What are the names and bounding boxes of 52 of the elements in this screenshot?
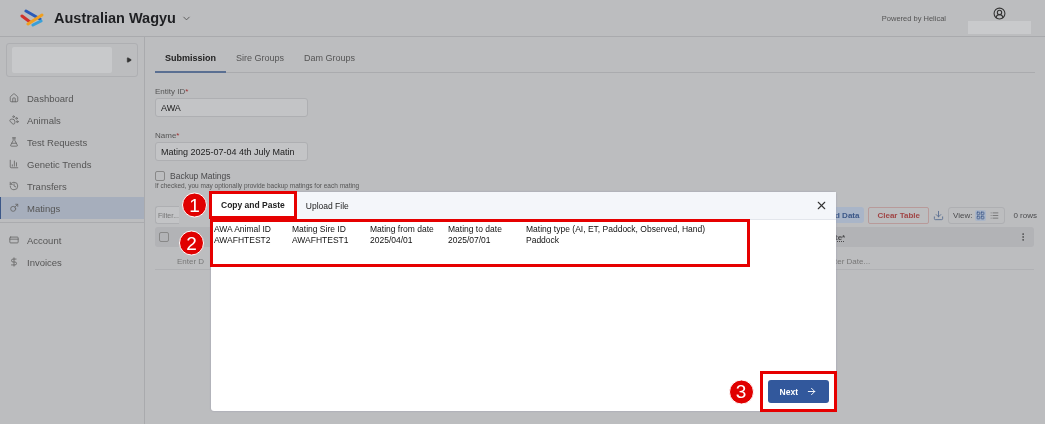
sidebar-label: Dashboard <box>27 92 74 104</box>
org-selector[interactable] <box>6 43 138 77</box>
sidebar-label: Account <box>27 234 62 246</box>
sidebar-label: Matings <box>27 202 61 214</box>
flask-icon <box>9 137 19 147</box>
sidebar-item[interactable]: Test Requests <box>0 131 144 153</box>
sidebar-label: Invoices <box>27 256 62 268</box>
next-button[interactable]: Next <box>767 380 829 403</box>
sidebar-item[interactable]: Invoices <box>0 251 144 273</box>
redacted-block <box>968 20 1031 34</box>
step-number: 3 <box>728 379 754 404</box>
field-label: Entity ID* <box>155 87 190 96</box>
checkbox[interactable] <box>155 171 165 181</box>
tab[interactable]: Upload File <box>296 192 358 219</box>
sidebar-item[interactable]: Matings <box>0 197 144 219</box>
step-number: 1 <box>182 192 207 218</box>
list-view-button[interactable] <box>989 209 1001 221</box>
grid-view-button[interactable] <box>975 209 987 221</box>
sidebar-item[interactable]: Genetic Trends <box>0 153 144 175</box>
checkbox[interactable] <box>159 232 169 242</box>
sidebar-item[interactable]: Animals <box>0 109 144 131</box>
dollar-icon <box>9 257 19 267</box>
tab[interactable]: Sire Groups <box>226 49 295 73</box>
tab[interactable]: Dam Groups <box>294 49 366 73</box>
sidebar-label: Genetic Trends <box>27 158 92 170</box>
play-icon <box>126 57 132 63</box>
sidebar-item[interactable]: Dashboard <box>0 87 144 109</box>
sidebar-label: Animals <box>27 114 61 126</box>
bar-chart-icon <box>9 159 19 169</box>
download-icon[interactable] <box>933 209 944 221</box>
field-label: Name* <box>155 131 181 140</box>
history-icon <box>9 181 19 191</box>
sidebar-label: Test Requests <box>27 136 88 148</box>
checkbox-label: Backup Matings <box>170 171 231 181</box>
logo-icon <box>20 9 44 27</box>
row-count: 0 rows <box>1013 210 1037 220</box>
sidebar-item[interactable]: Account <box>0 229 144 251</box>
male-symbol-icon <box>9 203 19 213</box>
sidebar-label: Transfers <box>27 180 67 192</box>
card-icon <box>9 235 19 245</box>
house-icon <box>9 93 19 103</box>
arrow-right-icon <box>806 386 817 397</box>
input-field[interactable]: AWA <box>155 98 308 117</box>
view-label: View: <box>953 210 973 220</box>
sidebar-item[interactable]: Transfers <box>0 175 144 197</box>
user-icon[interactable] <box>993 6 1006 20</box>
clear-table-button[interactable]: Clear Table <box>868 206 929 224</box>
tab[interactable]: Copy and Paste <box>212 194 294 216</box>
app-name: Australian Wagyu <box>54 10 176 26</box>
paw-icon <box>9 115 19 125</box>
tab[interactable]: Submission <box>155 49 226 73</box>
input-field[interactable]: Mating 2025-07-04 4th July Matin <box>155 142 308 161</box>
